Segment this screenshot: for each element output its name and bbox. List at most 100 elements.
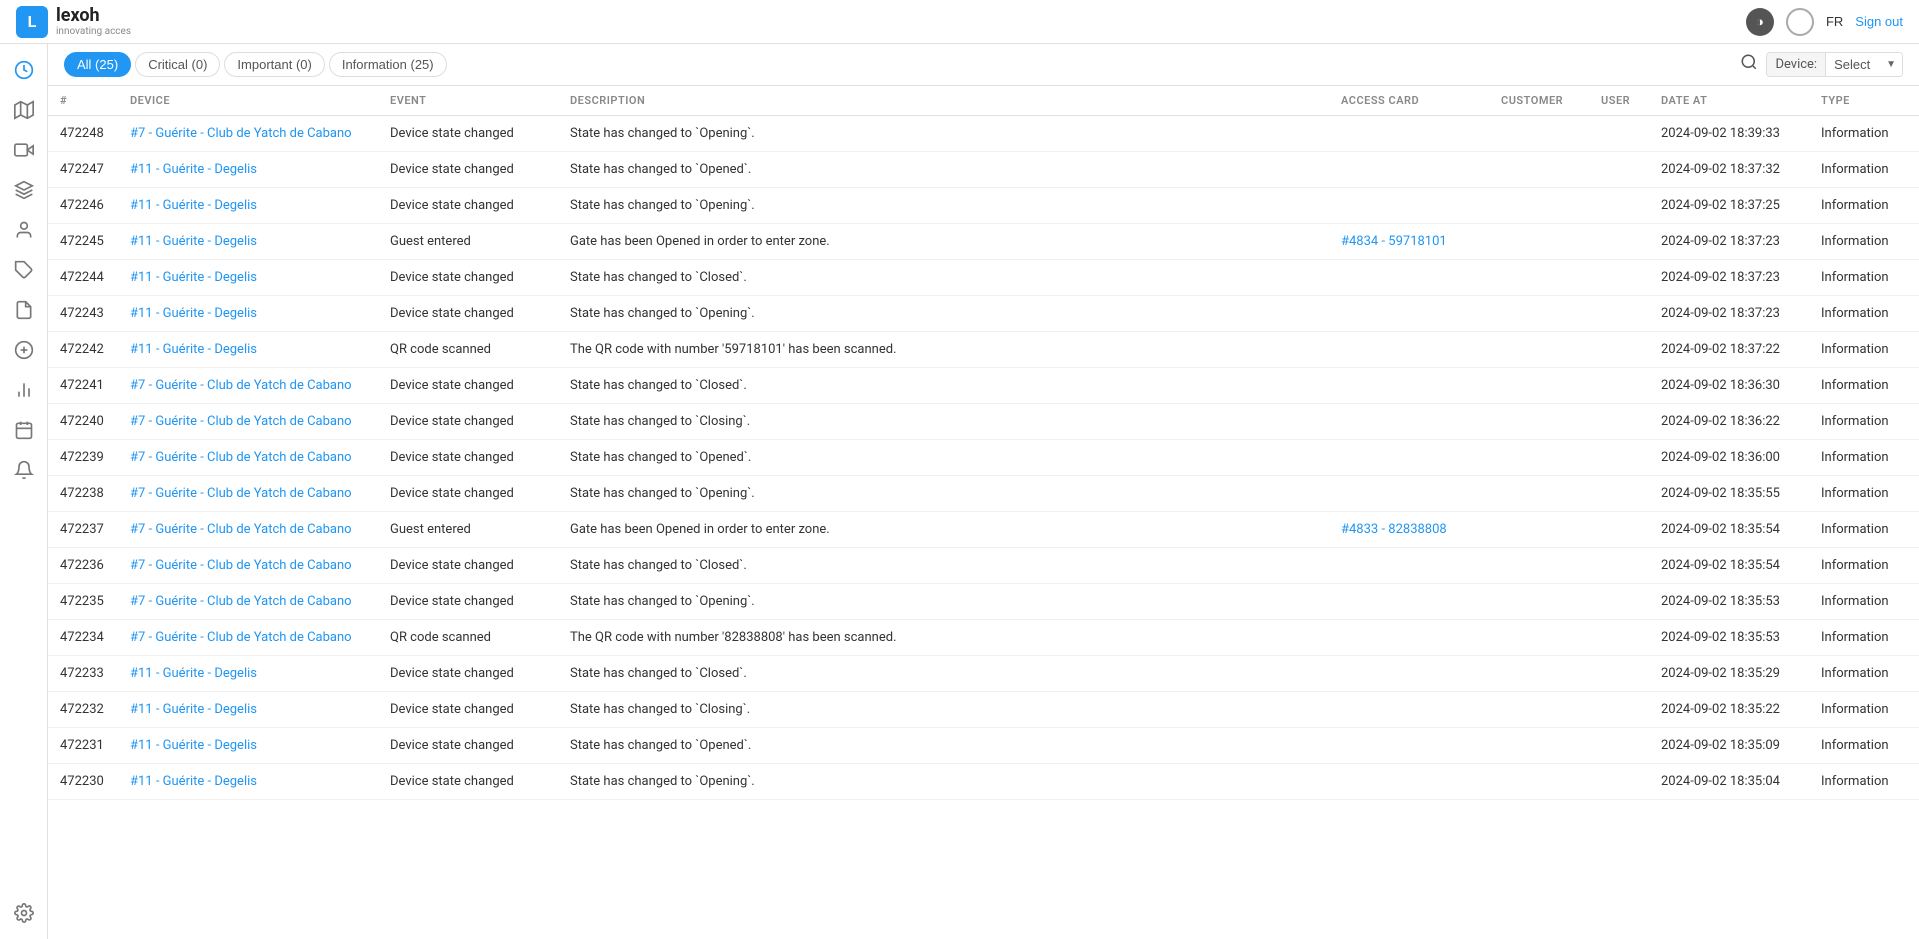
cell-customer [1489, 296, 1589, 332]
device-link[interactable]: #11 - Guérite - Degelis [130, 162, 257, 177]
col-header-device: DEVICE [118, 86, 378, 116]
col-header-access-card: ACCESS CARD [1329, 86, 1489, 116]
sidebar-item-calendar[interactable] [6, 412, 42, 448]
cell-customer [1489, 728, 1589, 764]
device-link[interactable]: #7 - Guérite - Club de Yatch de Cabano [130, 630, 352, 645]
table-row: 472248 #7 - Guérite - Club de Yatch de C… [48, 116, 1919, 152]
cell-customer [1489, 188, 1589, 224]
cell-event: Device state changed [378, 296, 558, 332]
cell-description: State has changed to `Opening`. [558, 188, 1329, 224]
cell-description: State has changed to `Opening`. [558, 584, 1329, 620]
sidebar-item-person[interactable] [6, 212, 42, 248]
table-row: 472236 #7 - Guérite - Club de Yatch de C… [48, 548, 1919, 584]
logo-text: lexoh innovating acces [56, 6, 131, 37]
device-link[interactable]: #7 - Guérite - Club de Yatch de Cabano [130, 594, 352, 609]
cell-date: 2024-09-02 18:35:29 [1649, 656, 1809, 692]
table-row: 472231 #11 - Guérite - Degelis Device st… [48, 728, 1919, 764]
device-link[interactable]: #11 - Guérite - Degelis [130, 738, 257, 753]
device-link[interactable]: #7 - Guérite - Club de Yatch de Cabano [130, 450, 352, 465]
cell-event: Device state changed [378, 116, 558, 152]
sidebar-item-clock[interactable] [6, 52, 42, 88]
col-header-customer: CUSTOMER [1489, 86, 1589, 116]
cell-access-card [1329, 728, 1489, 764]
cell-type: Information [1809, 476, 1919, 512]
circle-button[interactable] [1786, 8, 1814, 36]
cell-event: Device state changed [378, 260, 558, 296]
signout-button[interactable]: Sign out [1855, 14, 1903, 29]
cell-access-card [1329, 188, 1489, 224]
cell-id: 472241 [48, 368, 118, 404]
cell-date: 2024-09-02 18:39:33 [1649, 116, 1809, 152]
device-link[interactable]: #11 - Guérite - Degelis [130, 666, 257, 681]
cell-date: 2024-09-02 18:37:23 [1649, 260, 1809, 296]
device-link[interactable]: #7 - Guérite - Club de Yatch de Cabano [130, 486, 352, 501]
device-link[interactable]: #11 - Guérite - Degelis [130, 342, 257, 357]
table-row: 472230 #11 - Guérite - Degelis Device st… [48, 764, 1919, 800]
theme-toggle-button[interactable]: ◑ [1746, 8, 1774, 36]
device-link[interactable]: #11 - Guérite - Degelis [130, 270, 257, 285]
filter-tabs: All (25) Critical (0) Important (0) Info… [64, 52, 447, 77]
cell-customer [1489, 476, 1589, 512]
device-link[interactable]: #11 - Guérite - Degelis [130, 306, 257, 321]
cell-type: Information [1809, 116, 1919, 152]
sidebar-item-camera[interactable] [6, 132, 42, 168]
cell-date: 2024-09-02 18:35:53 [1649, 620, 1809, 656]
device-link[interactable]: #11 - Guérite - Degelis [130, 702, 257, 717]
search-button[interactable] [1740, 53, 1758, 76]
filter-tab-all[interactable]: All (25) [64, 52, 131, 77]
cell-customer [1489, 692, 1589, 728]
sidebar-item-bell[interactable] [6, 452, 42, 488]
filter-tab-information[interactable]: Information (25) [329, 52, 447, 77]
cell-description: State has changed to `Opened`. [558, 152, 1329, 188]
device-link[interactable]: #7 - Guérite - Club de Yatch de Cabano [130, 126, 352, 141]
cell-id: 472234 [48, 620, 118, 656]
cell-access-card [1329, 116, 1489, 152]
device-select[interactable]: Select [1826, 53, 1903, 76]
cell-date: 2024-09-02 18:37:32 [1649, 152, 1809, 188]
device-link[interactable]: #7 - Guérite - Club de Yatch de Cabano [130, 522, 352, 537]
sidebar-item-document[interactable] [6, 292, 42, 328]
cell-event: Guest entered [378, 512, 558, 548]
table-row: 472243 #11 - Guérite - Degelis Device st… [48, 296, 1919, 332]
cell-device: #7 - Guérite - Club de Yatch de Cabano [118, 584, 378, 620]
cell-id: 472245 [48, 224, 118, 260]
device-link[interactable]: #11 - Guérite - Degelis [130, 198, 257, 213]
sidebar-item-money[interactable] [6, 332, 42, 368]
sidebar-item-tag[interactable] [6, 252, 42, 288]
device-link[interactable]: #11 - Guérite - Degelis [130, 774, 257, 789]
header-left: L lexoh innovating acces [16, 6, 131, 38]
cell-id: 472231 [48, 728, 118, 764]
events-table-container[interactable]: # DEVICE EVENT DESCRIPTION ACCESS CARD C… [48, 86, 1919, 939]
sidebar-item-chart[interactable] [6, 372, 42, 408]
cell-date: 2024-09-02 18:35:04 [1649, 764, 1809, 800]
cell-event: Device state changed [378, 188, 558, 224]
cell-event: QR code scanned [378, 620, 558, 656]
cell-device: #11 - Guérite - Degelis [118, 332, 378, 368]
cell-id: 472242 [48, 332, 118, 368]
sidebar-item-layers[interactable] [6, 172, 42, 208]
sidebar-item-settings[interactable] [6, 895, 42, 931]
filter-tab-important[interactable]: Important (0) [224, 52, 324, 77]
cell-event: QR code scanned [378, 332, 558, 368]
filter-tab-critical[interactable]: Critical (0) [135, 52, 220, 77]
device-link[interactable]: #7 - Guérite - Club de Yatch de Cabano [130, 378, 352, 393]
cell-device: #7 - Guérite - Club de Yatch de Cabano [118, 404, 378, 440]
device-link[interactable]: #11 - Guérite - Degelis [130, 234, 257, 249]
cell-user [1589, 620, 1649, 656]
cell-access-card [1329, 548, 1489, 584]
access-card-link[interactable]: #4834 - 59718101 [1341, 234, 1447, 249]
cell-device: #11 - Guérite - Degelis [118, 692, 378, 728]
cell-date: 2024-09-02 18:37:22 [1649, 332, 1809, 368]
cell-access-card [1329, 584, 1489, 620]
access-card-link[interactable]: #4833 - 82838808 [1341, 522, 1447, 537]
device-link[interactable]: #7 - Guérite - Club de Yatch de Cabano [130, 414, 352, 429]
sidebar-item-map[interactable] [6, 92, 42, 128]
cell-type: Information [1809, 728, 1919, 764]
cell-description: State has changed to `Closed`. [558, 260, 1329, 296]
device-link[interactable]: #7 - Guérite - Club de Yatch de Cabano [130, 558, 352, 573]
cell-type: Information [1809, 152, 1919, 188]
cell-description: State has changed to `Closed`. [558, 548, 1329, 584]
cell-access-card [1329, 260, 1489, 296]
language-button[interactable]: FR [1826, 14, 1843, 29]
cell-type: Information [1809, 296, 1919, 332]
